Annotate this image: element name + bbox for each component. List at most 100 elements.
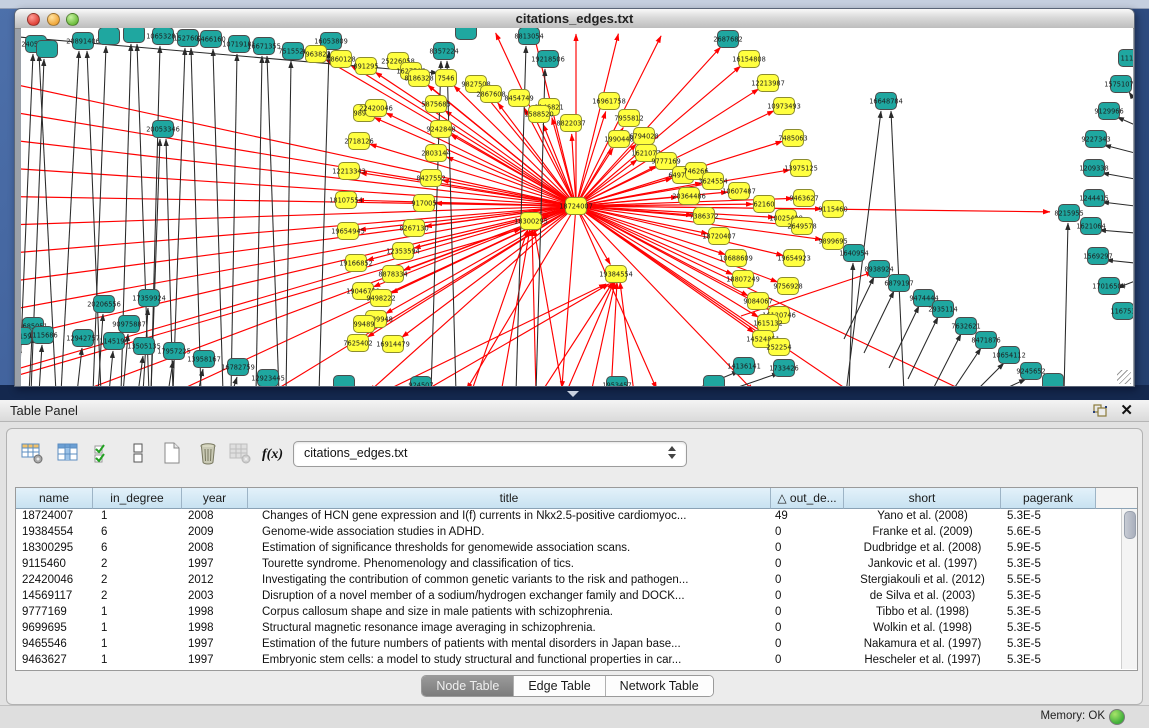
graph-node[interactable]: 19654945: [331, 223, 365, 240]
show-columns-icon[interactable]: [53, 437, 83, 469]
table-settings-icon[interactable]: [17, 437, 47, 469]
graph-node[interactable]: 917005: [411, 195, 436, 212]
table-row[interactable]: 946554611997Estimation of the future num…: [16, 637, 1096, 653]
table-row[interactable]: 1872400712008Changes of HCN gene express…: [16, 509, 1096, 525]
graph-node[interactable]: 1569297: [1083, 248, 1112, 265]
graph-node[interactable]: 1615132: [753, 315, 782, 332]
graph-node[interactable]: 6879197: [884, 275, 913, 292]
new-table-icon[interactable]: [157, 437, 187, 469]
window-titlebar[interactable]: citations_edges.txt: [15, 9, 1134, 29]
graph-node[interactable]: 8186328: [404, 70, 433, 87]
graph-node[interactable]: 9245652: [1016, 363, 1045, 380]
graph-node[interactable]: 19166852: [339, 255, 373, 272]
vertical-scrollbar[interactable]: [1121, 509, 1137, 669]
table-row[interactable]: 1456911722003Disruption of a novel membe…: [16, 589, 1096, 605]
graph-node[interactable]: 8860128: [326, 51, 355, 68]
graph-node[interactable]: 17957225: [157, 343, 191, 360]
graph-node[interactable]: 2649578: [787, 218, 816, 235]
table-selector-dropdown[interactable]: citations_edges.txt: [293, 441, 687, 467]
graph-node[interactable]: 1112: [1119, 50, 1134, 67]
column-header-name[interactable]: name: [16, 488, 93, 509]
graph-node[interactable]: 9129966: [1094, 103, 1123, 120]
graph-node[interactable]: 116753: [1110, 303, 1133, 320]
graph-node[interactable]: 19218506: [531, 51, 565, 68]
graph-node[interactable]: 1733426: [769, 360, 798, 377]
graph-node[interactable]: 13975125: [784, 160, 818, 177]
graph-node[interactable]: 13958167: [187, 351, 221, 368]
graph-node[interactable]: 1209338: [1079, 160, 1108, 177]
graph-node[interactable]: 90975887: [112, 316, 146, 333]
graph-node[interactable]: 16961758: [592, 93, 626, 110]
tab-edge-table[interactable]: Edge Table: [514, 676, 605, 696]
graph-node[interactable]: 7386372: [689, 208, 718, 225]
graph-node[interactable]: [124, 28, 145, 43]
table-row[interactable]: 1830029562008Estimation of significance …: [16, 541, 1096, 557]
scrollbar-thumb[interactable]: [1124, 511, 1136, 539]
graph-node[interactable]: 10654112: [992, 347, 1026, 364]
graph-node[interactable]: 7485063: [778, 130, 807, 147]
graph-node[interactable]: 8357224: [429, 43, 458, 60]
graph-node[interactable]: 6794028: [629, 128, 658, 145]
graph-node[interactable]: 12213987: [751, 75, 785, 92]
graph-node[interactable]: 2935114: [928, 301, 957, 318]
column-header-out_de[interactable]: △ out_de...: [771, 488, 844, 509]
graph-node[interactable]: 8454749: [504, 90, 533, 107]
graph-node[interactable]: [456, 28, 477, 40]
graph-node[interactable]: 1115686: [28, 327, 57, 344]
function-icon[interactable]: f(x): [259, 437, 289, 469]
graph-node[interactable]: 9242848: [426, 121, 455, 138]
graph-node[interactable]: 17016504: [1092, 278, 1126, 295]
column-header-pagerank[interactable]: pagerank: [1001, 488, 1096, 509]
graph-node[interactable]: 62160: [754, 196, 775, 213]
graph-node[interactable]: 9115460: [818, 201, 847, 218]
tab-network-table[interactable]: Network Table: [606, 676, 713, 696]
graph-node[interactable]: 14136141: [727, 358, 761, 375]
graph-node[interactable]: 7546: [436, 70, 457, 87]
graph-node[interactable]: 12353594: [386, 243, 420, 260]
graph-node[interactable]: 9227343: [1081, 131, 1110, 148]
graph-node[interactable]: 20206556: [87, 296, 121, 313]
graph-node[interactable]: 252254: [766, 339, 791, 356]
graph-node[interactable]: 7625402: [343, 335, 372, 352]
table-row[interactable]: 2242004622012Investigating the contribut…: [16, 573, 1096, 589]
graph-node[interactable]: 17359924: [132, 290, 166, 307]
graph-node[interactable]: 7955812: [614, 110, 643, 127]
graph-node[interactable]: 15751074: [1104, 76, 1133, 93]
graph-node[interactable]: 16648784: [869, 93, 903, 110]
row-height-icon[interactable]: [123, 437, 153, 469]
table-row[interactable]: 911546021997Tourette syndrome. Phenomeno…: [16, 557, 1096, 573]
graph-node[interactable]: 2867608: [476, 86, 505, 103]
graph-node[interactable]: 18107554: [329, 192, 363, 209]
graph-node[interactable]: 19654923: [777, 250, 811, 267]
column-header-year[interactable]: year: [182, 488, 248, 509]
graph-node[interactable]: [37, 41, 58, 58]
network-canvas[interactable]: 2405572208914061065328715276026466160107…: [21, 28, 1133, 386]
graph-node[interactable]: 924507: [408, 377, 433, 387]
column-header-in_degree[interactable]: in_degree: [93, 488, 182, 509]
graph-node[interactable]: 1145194: [99, 333, 128, 350]
graph-node[interactable]: 8813054: [514, 28, 543, 45]
resize-grip-icon[interactable]: [1117, 370, 1131, 384]
graph-node[interactable]: 8267130: [399, 220, 428, 237]
graph-node[interactable]: 9084067: [743, 293, 772, 310]
graph-node[interactable]: 891295: [353, 58, 378, 75]
graph-node[interactable]: 1953457: [602, 377, 631, 387]
graph-node[interactable]: 5875685: [421, 96, 450, 113]
graph-node[interactable]: [334, 376, 355, 387]
graph-node[interactable]: 1621064: [1076, 218, 1105, 235]
close-panel-icon[interactable]: ✕: [1120, 401, 1133, 419]
table-row[interactable]: 946362711997Embryonic stem cells: a mode…: [16, 653, 1096, 669]
graph-node[interactable]: 2687682: [713, 31, 742, 48]
column-header-short[interactable]: short: [844, 488, 1001, 509]
graph-node[interactable]: 16154808: [732, 51, 766, 68]
column-header-title[interactable]: title: [248, 488, 771, 509]
graph-node[interactable]: 16782759: [221, 359, 255, 376]
graph-node[interactable]: 8427552: [416, 170, 445, 187]
graph-node[interactable]: 18720407: [702, 228, 736, 245]
graph-node[interactable]: 99489: [354, 316, 375, 333]
graph-node[interactable]: 9498222: [366, 290, 395, 307]
table-row[interactable]: 1938455462009Genome-wide association stu…: [16, 525, 1096, 541]
graph-node[interactable]: 1640954: [839, 245, 868, 262]
graph-node[interactable]: 13505135: [127, 338, 161, 355]
graph-node[interactable]: [99, 28, 120, 45]
